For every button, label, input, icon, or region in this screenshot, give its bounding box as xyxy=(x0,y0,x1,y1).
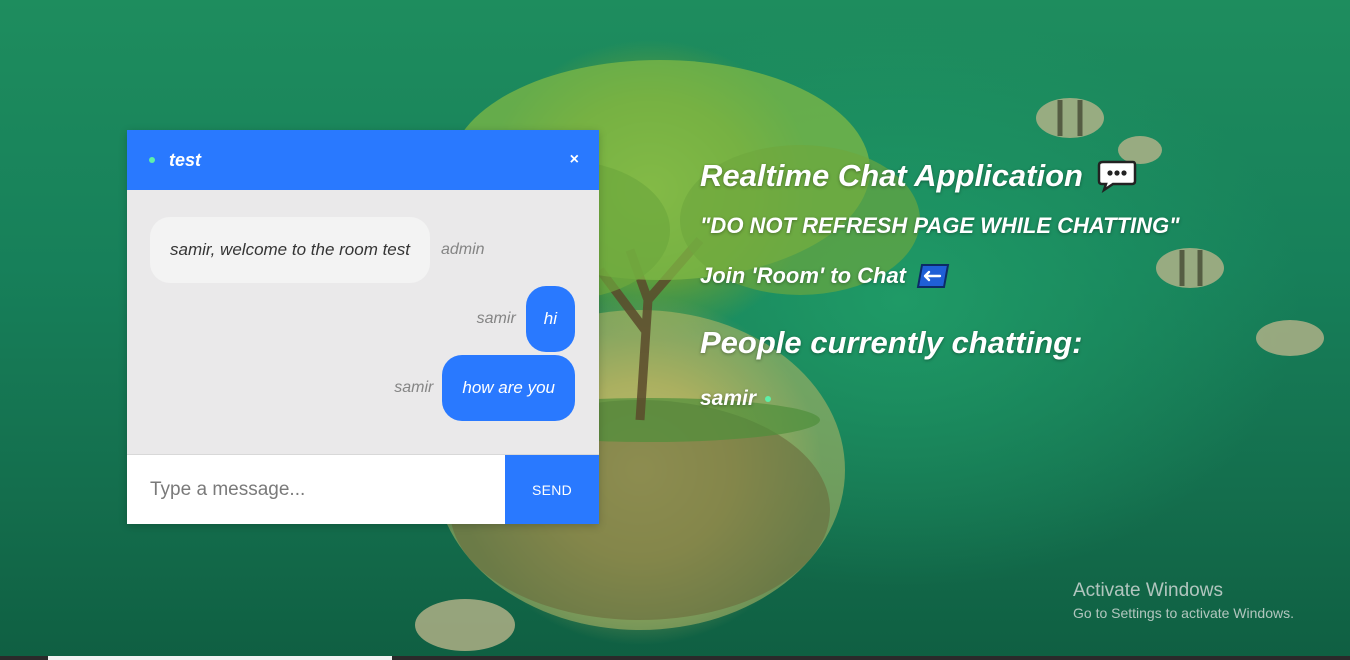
scrollbar-thumb[interactable] xyxy=(48,656,392,660)
watermark-title: Activate Windows xyxy=(1073,580,1223,601)
message-row: samir how are you xyxy=(394,355,575,421)
join-room-hint: Join 'Room' to Chat xyxy=(700,263,1180,289)
send-button[interactable]: SEND xyxy=(505,455,599,524)
user-name: samir xyxy=(700,387,757,410)
message-composer: SEND xyxy=(127,454,599,524)
message-sender: samir xyxy=(476,310,516,327)
message-sender: samir xyxy=(394,379,434,396)
message-bubble: how are you xyxy=(442,355,575,421)
message-input[interactable] xyxy=(127,455,505,524)
chat-window: test × samir, welcome to the room test a… xyxy=(127,130,599,524)
left-arrow-icon xyxy=(916,264,950,288)
user-list-item: samir xyxy=(700,387,1180,411)
app-title-row: Realtime Chat Application xyxy=(700,154,1180,198)
online-status-icon xyxy=(149,157,155,163)
message-row: samir hi xyxy=(477,286,575,352)
message-row: samir, welcome to the room test admin xyxy=(150,217,485,283)
refresh-warning: "DO NOT REFRESH PAGE WHILE CHATTING" xyxy=(700,213,1180,238)
join-room-text: Join 'Room' to Chat xyxy=(700,263,907,288)
chat-header: test × xyxy=(127,130,599,190)
app-title: Realtime Chat Application xyxy=(700,158,1083,193)
activate-windows-watermark: Activate Windows Go to Settings to activ… xyxy=(1073,580,1294,621)
watermark-subtitle: Go to Settings to activate Windows. xyxy=(1073,605,1294,621)
horizontal-scrollbar[interactable] xyxy=(0,656,1350,660)
people-title: People currently chatting: xyxy=(700,325,1083,360)
room-name: test xyxy=(169,149,202,170)
close-button[interactable]: × xyxy=(570,151,579,169)
message-sender: admin xyxy=(440,241,485,258)
speech-bubble-icon xyxy=(1097,160,1137,193)
message-list: samir, welcome to the room test admin sa… xyxy=(127,190,599,454)
message-bubble: hi xyxy=(525,286,575,352)
message-bubble: samir, welcome to the room test xyxy=(150,217,430,283)
online-status-icon xyxy=(765,396,772,402)
info-panel: Realtime Chat Application "DO NOT REFRES… xyxy=(700,154,1180,411)
